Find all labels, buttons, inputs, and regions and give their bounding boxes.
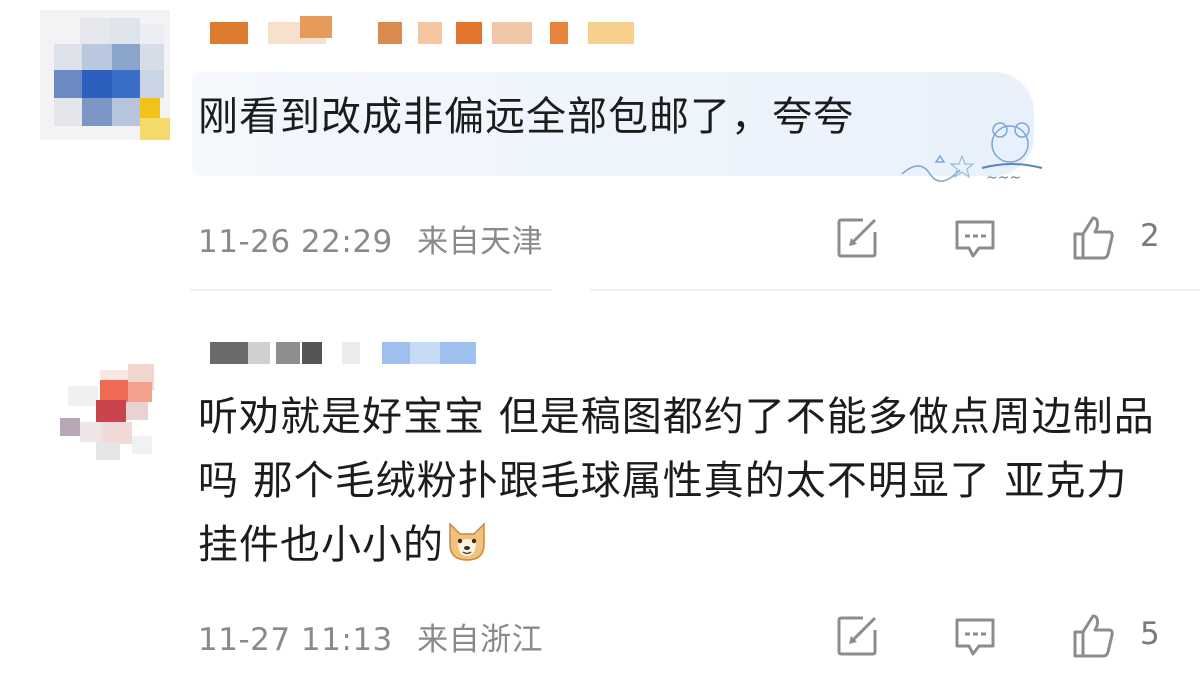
- repost-icon: [837, 616, 877, 656]
- comment-icon: [955, 618, 995, 656]
- comment-time: 11-26 22:29: [198, 224, 393, 260]
- comment-text: 听劝就是好宝宝 但是稿图都约了不能多做点周边制品吗 那个毛绒粉扑跟毛球属性真的太…: [198, 385, 1160, 577]
- repost-icon: [837, 218, 877, 258]
- reply-button[interactable]: [948, 609, 1002, 663]
- dog-emoji-icon: [449, 522, 485, 561]
- repost-button[interactable]: [830, 211, 884, 265]
- comment-item: ~~~ 刚看到改成非偏远全部包邮了，夸夸 11-26 22:29 来自天津 2: [0, 0, 1200, 290]
- comment-icon: [955, 220, 995, 258]
- username[interactable]: [210, 16, 650, 44]
- comment-time: 11-27 11:13: [198, 622, 393, 658]
- avatar[interactable]: [40, 352, 170, 482]
- repost-button[interactable]: [830, 609, 884, 663]
- svg-text:~~~: ~~~: [986, 170, 1021, 186]
- avatar[interactable]: [40, 10, 170, 140]
- comment-text: 刚看到改成非偏远全部包邮了，夸夸: [198, 94, 854, 140]
- comment-text-content: 听劝就是好宝宝 但是稿图都约了不能多做点周边制品吗 那个毛绒粉扑跟毛球属性真的太…: [198, 394, 1155, 568]
- like-button[interactable]: [1066, 609, 1120, 663]
- like-count: 2: [1140, 218, 1160, 254]
- comment-location: 来自天津: [417, 224, 544, 260]
- comment-location: 来自浙江: [417, 622, 544, 658]
- comment-meta: 11-27 11:13 来自浙江: [198, 614, 543, 659]
- comment-meta: 11-26 22:29 来自天津: [198, 216, 543, 261]
- like-icon: [1073, 216, 1114, 260]
- like-icon: [1073, 614, 1114, 658]
- like-button[interactable]: [1066, 211, 1120, 265]
- divider: [190, 289, 552, 291]
- divider: [590, 289, 1200, 291]
- username[interactable]: [210, 342, 480, 364]
- reply-button[interactable]: [948, 211, 1002, 265]
- like-count: 5: [1140, 616, 1160, 652]
